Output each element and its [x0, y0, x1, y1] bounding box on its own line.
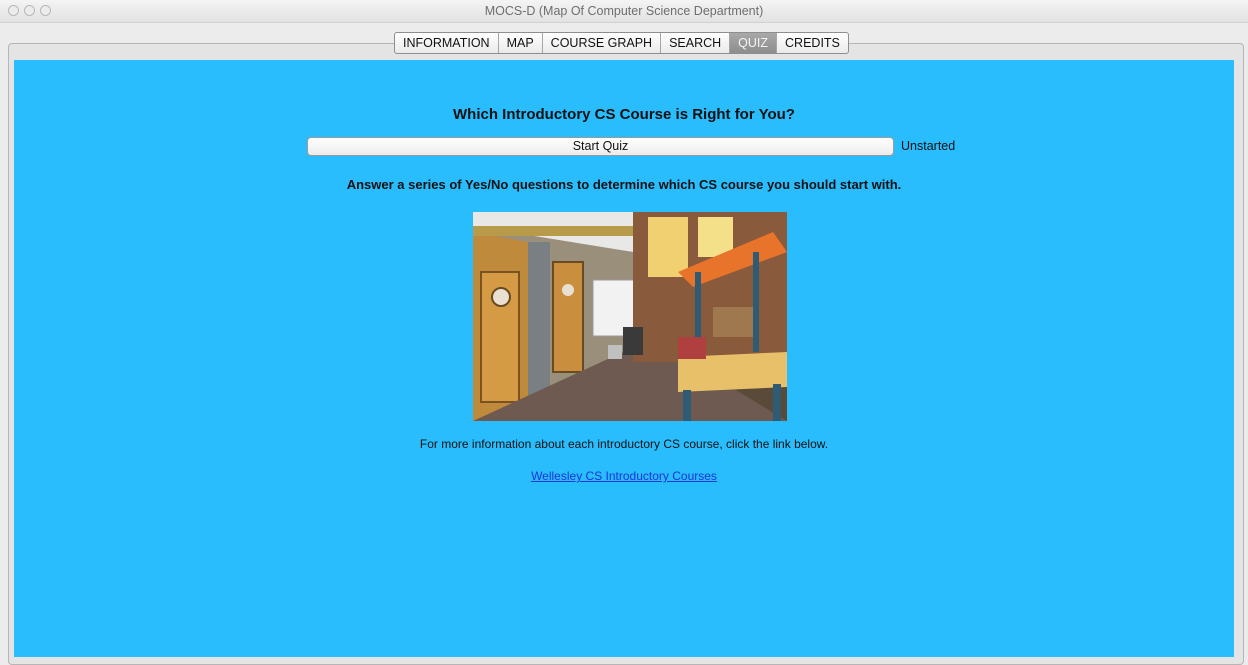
app-window: MOCS-D (Map Of Computer Science Departme…	[0, 0, 1248, 665]
window-title: MOCS-D (Map Of Computer Science Departme…	[484, 4, 764, 18]
quiz-description: Answer a series of Yes/No questions to d…	[346, 177, 902, 192]
intro-courses-link-row: Wellesley CS Introductory Courses	[14, 469, 1234, 483]
tab-bar: INFORMATION MAP COURSE GRAPH SEARCH QUIZ…	[394, 32, 849, 54]
department-photo	[473, 212, 787, 421]
tab-course-graph[interactable]: COURSE GRAPH	[543, 33, 662, 53]
title-bar: MOCS-D (Map Of Computer Science Departme…	[0, 0, 1248, 23]
intro-courses-link[interactable]: Wellesley CS Introductory Courses	[531, 469, 717, 483]
tab-credits[interactable]: CREDITS	[777, 33, 848, 53]
quiz-status-label: Unstarted	[901, 139, 956, 153]
quiz-heading: Which Introductory CS Course is Right fo…	[453, 106, 795, 123]
tab-quiz[interactable]: QUIZ	[730, 33, 778, 53]
tab-information[interactable]: INFORMATION	[395, 33, 499, 53]
quiz-panel: Which Introductory CS Course is Right fo…	[14, 60, 1234, 657]
tab-search[interactable]: SEARCH	[661, 33, 731, 53]
tab-map[interactable]: MAP	[499, 33, 543, 53]
start-quiz-button[interactable]: Start Quiz	[307, 137, 894, 156]
more-info-text: For more information about each introduc…	[419, 437, 829, 451]
